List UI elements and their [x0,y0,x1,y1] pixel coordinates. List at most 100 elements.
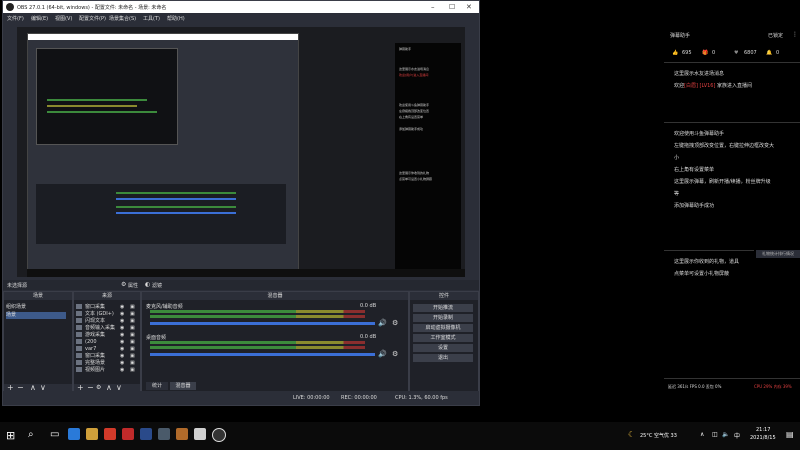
steam-icon[interactable] [158,428,170,440]
task-view-icon[interactable]: ▭ [50,429,59,440]
stat-value: 6807 [744,50,757,56]
weather-text[interactable]: 25°C 空气优 33 [640,432,677,439]
gear-icon[interactable]: ⚙ [392,319,398,327]
source-row[interactable]: 窗口采集 ◉ ▣ [76,353,146,360]
track-level: 0.0 dB [360,303,377,309]
sources-dock: 来源 窗口采集 ◉ ▣ 文本 (GDI+) ◉ ▣ 闪现文本 ◉ ▣ 音频输入采集 ◉ ▣ 游戏… [73,291,141,393]
virtual-camera-button[interactable]: 启动虚拟摄像机 [413,324,473,332]
notification-icon[interactable]: ▤ [786,430,794,439]
track-name: 麦克风/辅助音频 [146,304,183,310]
source-row[interactable]: 完整场景 ◉ ▣ [76,360,146,367]
lock-icon[interactable]: ▣ [130,353,135,360]
scene-item[interactable]: 场景 [6,312,66,319]
speaker-icon[interactable]: 🔊 [378,350,387,358]
eye-icon[interactable]: ◉ [120,325,124,332]
filters-button[interactable]: 滤镜 [152,282,162,289]
menu-file[interactable]: 文件(F) [7,15,24,22]
lock-icon[interactable]: ▣ [130,304,135,311]
clock-time[interactable]: 21:17 [756,427,770,433]
audio-meter [150,315,365,318]
controls-dock: 控件 开始推流 开始录制 启动虚拟摄像机 工作室模式 设置 退出 [409,291,479,393]
menu-view[interactable]: 视图(V) [55,15,72,22]
tab-stats[interactable]: 统计 [146,382,168,390]
network-icon[interactable]: ◫ [712,431,718,438]
cpu-fps: CPU: 1.3%, 60.00 fps [395,395,448,401]
heart-icon: ♥ [734,50,739,56]
filter-icon[interactable]: ◐ [145,281,150,288]
eye-icon[interactable]: ◉ [120,353,124,360]
guide-line: 这里展示弹幕，刷新开播/续播，粉丝牌升级 [674,179,771,185]
edge-icon[interactable] [68,428,80,440]
source-row[interactable]: 游戏采集 ◉ ▣ [76,332,146,339]
no-source-label: 未选择源 [7,283,28,289]
eye-icon[interactable]: ◉ [120,367,124,374]
close-icon[interactable]: ✕ [466,3,472,11]
nested-meter [47,99,147,101]
menu-profile[interactable]: 配置文件(P) [79,15,106,22]
gear-icon[interactable]: ⚙ [121,281,126,288]
source-row[interactable]: var7 ◉ ▣ [76,346,146,353]
volume-slider[interactable] [150,322,375,325]
lock-icon[interactable]: ▣ [130,332,135,339]
lock-icon[interactable]: ▣ [130,346,135,353]
start-recording-button[interactable]: 开始录制 [413,314,473,322]
eye-icon[interactable]: ◉ [120,332,124,339]
windows-start-icon[interactable]: ⊞ [6,429,15,442]
minimize-icon[interactable]: – [431,3,435,11]
clock-date[interactable]: 2021/8/15 [750,435,776,441]
mini-line: 点菜单可设置小礼物屏蔽 [399,177,433,181]
studio-mode-button[interactable]: 工作室模式 [413,334,473,342]
source-row[interactable]: 窗口采集 ◉ ▣ [76,304,146,311]
eye-icon[interactable]: ◉ [120,318,124,325]
menu-scene-collection[interactable]: 场景集合(S) [109,15,136,22]
tray-chevron-icon[interactable]: ∧ [700,431,704,438]
lock-icon[interactable]: ▣ [130,367,135,374]
app-icon[interactable] [176,428,188,440]
properties-button[interactable]: 属性 [128,282,138,289]
lock-icon[interactable]: ▣ [130,325,135,332]
volume-icon[interactable]: 🔈 [722,431,729,438]
source-row[interactable]: (200 ◉ ▣ [76,339,146,346]
gear-icon[interactable]: ⚙ [392,350,398,358]
exit-button[interactable]: 退出 [413,354,473,362]
volume-slider[interactable] [150,353,375,356]
source-row[interactable]: 视频图片 ◉ ▣ [76,367,146,374]
source-row[interactable]: 音频输入采集 ◉ ▣ [76,325,146,332]
lock-status[interactable]: 已锁定 [768,32,783,39]
menu-edit[interactable]: 编辑(E) [31,15,48,22]
eye-icon[interactable]: ◉ [120,304,124,311]
live-timer: LIVE: 00:00:00 [293,395,330,401]
lock-icon[interactable]: ▣ [130,360,135,367]
scene-item[interactable]: 组织场景 [6,304,66,311]
gift-icon: 🎁 [702,50,709,56]
speaker-icon[interactable]: 🔊 [378,319,387,327]
lock-icon[interactable]: ▣ [130,318,135,325]
menu-help[interactable]: 帮助(H) [167,15,185,22]
lock-icon[interactable]: ▣ [130,339,135,346]
tab-mixer[interactable]: 混音器 [170,382,196,390]
ime-indicator[interactable]: 中 [734,431,740,440]
source-row[interactable]: 闪现文本 ◉ ▣ [76,318,146,325]
nested-meter [47,105,137,107]
lock-icon[interactable]: ▣ [130,311,135,318]
gift-rank-tag[interactable]: 礼物统计排行情况 [756,250,800,258]
folder-icon[interactable] [86,428,98,440]
start-streaming-button[interactable]: 开始推流 [413,304,473,312]
app-icon[interactable] [140,428,152,440]
app-icon[interactable] [122,428,134,440]
eye-icon[interactable]: ◉ [120,311,124,318]
more-icon[interactable]: ⋮ [792,31,798,38]
settings-button[interactable]: 设置 [413,344,473,352]
eye-icon[interactable]: ◉ [120,346,124,353]
maximize-icon[interactable]: ☐ [449,3,455,11]
app-icon[interactable] [194,428,206,440]
office-icon[interactable] [104,428,116,440]
preview-canvas[interactable]: 弹幕助手 这里展示水友进场消息 欢迎[用户]进入直播间 欢迎使用斗鱼弹幕助手 左… [17,27,465,277]
menu-tools[interactable]: 工具(T) [143,15,160,22]
dock-area: 场景 组织场景 场景 + − ∧ ∨ 来源 窗口采集 ◉ ▣ 文本 (GDI+) ◉ ▣… [3,291,479,393]
eye-icon[interactable]: ◉ [120,360,124,367]
source-row[interactable]: 文本 (GDI+) ◉ ▣ [76,311,146,318]
obs-taskbar-icon[interactable] [212,428,226,442]
eye-icon[interactable]: ◉ [120,339,124,346]
search-icon[interactable]: ⌕ [28,429,34,440]
